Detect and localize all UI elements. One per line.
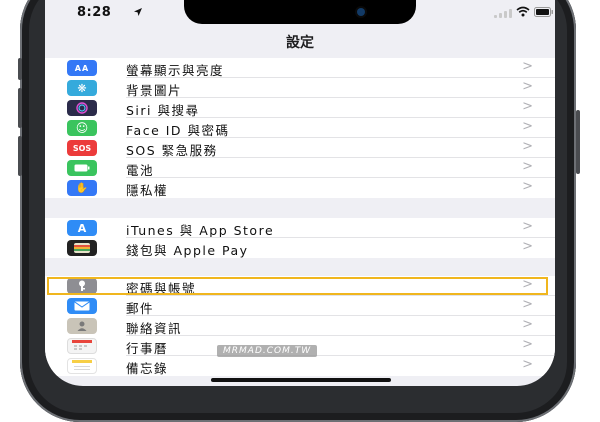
side-button-left-3: [18, 136, 22, 176]
side-button-left-2: [18, 88, 22, 128]
chevron-right-icon: >: [522, 139, 533, 154]
battery-settings-icon: [67, 160, 97, 176]
setting-contacts[interactable]: 聯絡資訊 >: [45, 316, 555, 336]
setting-label: 備忘錄: [126, 361, 169, 376]
watermark: MRMAD.COM.TW: [217, 345, 318, 357]
mail-icon: [67, 298, 97, 314]
chevron-right-icon: >: [522, 99, 533, 114]
notes-icon: [67, 358, 97, 374]
setting-label: 隱私權: [126, 183, 169, 198]
screen: 8:28 設定 AA 螢幕顯示與亮度 > ❋ 背景圖片 > Siri 與搜尋 >…: [45, 0, 555, 386]
contacts-icon: [67, 318, 97, 334]
setting-wallet-apple-pay[interactable]: 錢包與 Apple Pay >: [45, 238, 555, 258]
privacy-hand-icon: ✋: [67, 180, 97, 196]
setting-notes[interactable]: 備忘錄 >: [45, 356, 555, 376]
chevron-right-icon: >: [522, 219, 533, 234]
setting-emergency-sos[interactable]: SOS SOS 緊急服務 >: [45, 138, 555, 158]
face-id-icon: ☺: [67, 120, 97, 136]
setting-siri-search[interactable]: Siri 與搜尋 >: [45, 98, 555, 118]
chevron-right-icon: >: [522, 119, 533, 134]
setting-display-brightness[interactable]: AA 螢幕顯示與亮度 >: [45, 58, 555, 78]
calendar-icon: [67, 338, 97, 354]
setting-battery[interactable]: 電池 >: [45, 158, 555, 178]
wallet-icon: [67, 240, 97, 256]
cellular-signal-icon: [494, 9, 512, 18]
chevron-right-icon: >: [522, 317, 533, 332]
notch: [184, 0, 416, 24]
chevron-right-icon: >: [522, 179, 533, 194]
wifi-icon: [516, 6, 530, 17]
settings-group-display: AA 螢幕顯示與亮度 > ❋ 背景圖片 > Siri 與搜尋 > ☺ Face …: [45, 58, 555, 198]
status-time: 8:28: [77, 5, 112, 20]
setting-wallpaper[interactable]: ❋ 背景圖片 >: [45, 78, 555, 98]
chevron-right-icon: >: [522, 239, 533, 254]
side-button-right: [576, 110, 580, 174]
wallpaper-icon: ❋: [67, 80, 97, 96]
siri-icon: [67, 100, 97, 116]
location-arrow-icon: [134, 8, 142, 16]
setting-face-id-passcode[interactable]: ☺ Face ID 與密碼 >: [45, 118, 555, 138]
setting-itunes-app-store[interactable]: A iTunes 與 App Store >: [45, 218, 555, 238]
page-title: 設定: [286, 35, 314, 51]
chevron-right-icon: >: [522, 59, 533, 74]
setting-mail[interactable]: 郵件 >: [45, 296, 555, 316]
chevron-right-icon: >: [522, 159, 533, 174]
chevron-right-icon: >: [522, 337, 533, 352]
chevron-right-icon: >: [522, 79, 533, 94]
display-brightness-icon: AA: [67, 60, 97, 76]
battery-icon: [534, 7, 553, 17]
chevron-right-icon: >: [522, 297, 533, 312]
app-store-icon: A: [67, 220, 97, 236]
chevron-right-icon: >: [522, 357, 533, 372]
setting-privacy[interactable]: ✋ 隱私權 >: [45, 178, 555, 198]
highlight-box: [47, 277, 548, 295]
camera-icon: [357, 8, 365, 16]
setting-label: 錢包與 Apple Pay: [126, 243, 249, 258]
settings-group-store: A iTunes 與 App Store > 錢包與 Apple Pay >: [45, 218, 555, 258]
side-button-left-1: [18, 58, 22, 80]
home-indicator[interactable]: [211, 378, 391, 382]
sos-icon: SOS: [67, 140, 97, 156]
